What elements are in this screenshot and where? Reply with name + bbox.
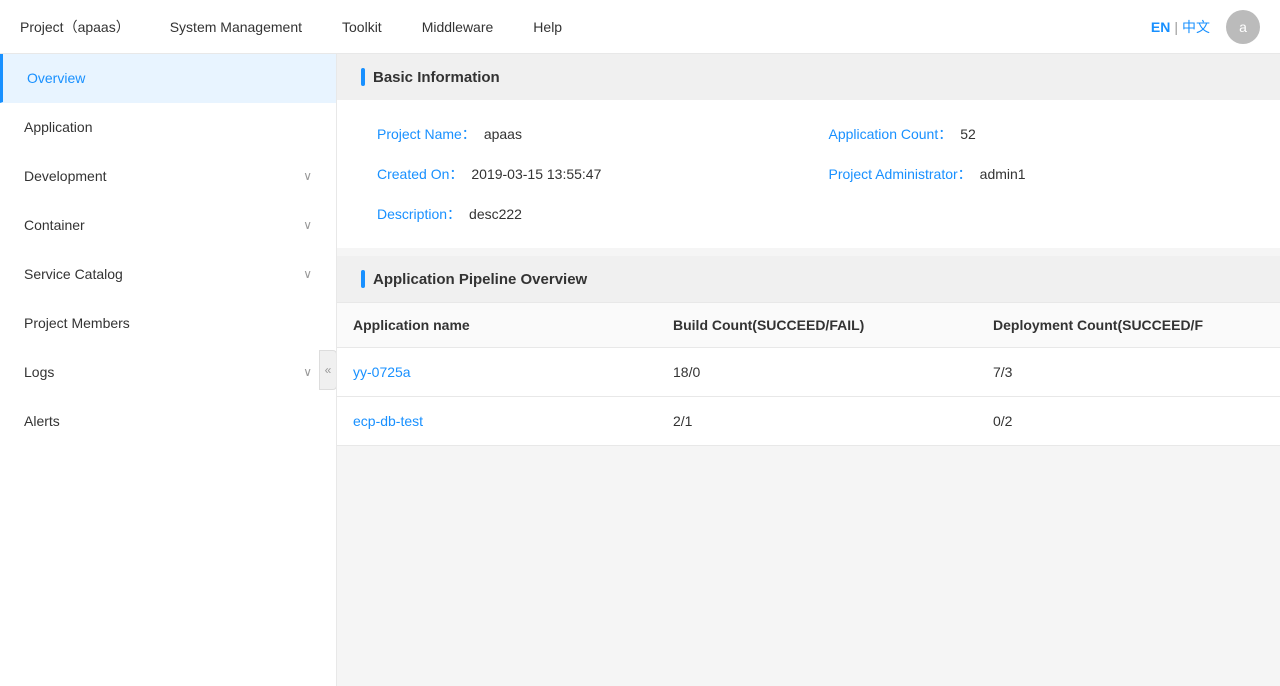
chevron-down-icon: ∨ bbox=[303, 218, 312, 232]
user-avatar[interactable]: a bbox=[1226, 10, 1260, 44]
project-name-value: apaas bbox=[484, 126, 522, 142]
col-header-app-name: Application name bbox=[337, 303, 657, 347]
project-admin-value: admin1 bbox=[980, 166, 1026, 182]
chevron-down-icon: ∨ bbox=[303, 169, 312, 183]
created-on-label: Created On： bbox=[377, 164, 463, 184]
sidebar-item-service-catalog-label: Service Catalog bbox=[24, 266, 123, 282]
section-bar-icon bbox=[361, 68, 365, 86]
col-header-build-count: Build Count(SUCCEED/FAIL) bbox=[657, 303, 977, 347]
sidebar-item-container-label: Container bbox=[24, 217, 85, 233]
sidebar-item-overview-label: Overview bbox=[27, 70, 85, 86]
nav-project[interactable]: Project（apaas） bbox=[20, 17, 130, 37]
sidebar-item-logs[interactable]: Logs ∨ bbox=[0, 348, 336, 397]
created-on-value: 2019-03-15 13:55:47 bbox=[471, 166, 601, 182]
nav-help[interactable]: Help bbox=[533, 19, 562, 35]
pipeline-section: Application Pipeline Overview Applicatio… bbox=[337, 256, 1280, 446]
main-layout: Overview Application Development ∨ Conta… bbox=[0, 54, 1280, 686]
basic-info-grid: Project Name： apaas Application Count： 5… bbox=[377, 124, 1240, 224]
basic-info-header: Basic Information bbox=[337, 54, 1280, 100]
table-row: yy-0725a 18/0 7/3 bbox=[337, 348, 1280, 397]
nav-middleware[interactable]: Middleware bbox=[422, 19, 494, 35]
lang-separator: | bbox=[1174, 19, 1178, 35]
description-value: desc222 bbox=[469, 206, 522, 222]
table-header-row: Application name Build Count(SUCCEED/FAI… bbox=[337, 302, 1280, 348]
description-label: Description： bbox=[377, 204, 461, 224]
main-content: Basic Information Project Name： apaas Ap… bbox=[337, 54, 1280, 686]
language-switcher[interactable]: EN | 中文 bbox=[1151, 17, 1210, 37]
project-admin-row: Project Administrator： admin1 bbox=[829, 164, 1241, 184]
pipeline-title: Application Pipeline Overview bbox=[373, 271, 587, 288]
created-on-row: Created On： 2019-03-15 13:55:47 bbox=[377, 164, 789, 184]
nav-toolkit[interactable]: Toolkit bbox=[342, 19, 382, 35]
sidebar-item-project-members-label: Project Members bbox=[24, 315, 130, 331]
sidebar-item-application-label: Application bbox=[24, 119, 93, 135]
sidebar-item-service-catalog[interactable]: Service Catalog ∨ bbox=[0, 250, 336, 299]
basic-info-title: Basic Information bbox=[373, 69, 500, 86]
project-name-label: Project Name： bbox=[377, 124, 476, 144]
sidebar-item-development-label: Development bbox=[24, 168, 107, 184]
sidebar-item-development[interactable]: Development ∨ bbox=[0, 152, 336, 201]
sidebar-item-alerts[interactable]: Alerts bbox=[0, 397, 336, 446]
app-name-link[interactable]: yy-0725a bbox=[337, 348, 657, 396]
basic-info-section: Project Name： apaas Application Count： 5… bbox=[337, 100, 1280, 248]
nav-menu: Project（apaas） System Management Toolkit… bbox=[20, 17, 1151, 37]
lang-en[interactable]: EN bbox=[1151, 19, 1170, 35]
sidebar-item-project-members[interactable]: Project Members bbox=[0, 299, 336, 348]
section-bar-icon bbox=[361, 270, 365, 288]
sidebar-collapse-button[interactable]: « bbox=[319, 350, 337, 390]
app-count-row: Application Count： 52 bbox=[829, 124, 1241, 144]
sidebar: Overview Application Development ∨ Conta… bbox=[0, 54, 337, 686]
chevron-down-icon: ∨ bbox=[303, 267, 312, 281]
app-count-value: 52 bbox=[960, 126, 976, 142]
table-row: ecp-db-test 2/1 0/2 bbox=[337, 397, 1280, 446]
pipeline-header: Application Pipeline Overview bbox=[337, 256, 1280, 302]
sidebar-item-logs-label: Logs bbox=[24, 364, 54, 380]
project-name-row: Project Name： apaas bbox=[377, 124, 789, 144]
app-name-link[interactable]: ecp-db-test bbox=[337, 397, 657, 445]
chevron-down-icon: ∨ bbox=[303, 365, 312, 379]
sidebar-item-alerts-label: Alerts bbox=[24, 413, 60, 429]
deploy-count-cell: 0/2 bbox=[977, 397, 1280, 445]
app-count-label: Application Count： bbox=[829, 124, 953, 144]
project-admin-label: Project Administrator： bbox=[829, 164, 972, 184]
col-header-deploy-count: Deployment Count(SUCCEED/F bbox=[977, 303, 1280, 347]
sidebar-item-application[interactable]: Application bbox=[0, 103, 336, 152]
sidebar-item-container[interactable]: Container ∨ bbox=[0, 201, 336, 250]
nav-system-management[interactable]: System Management bbox=[170, 19, 302, 35]
pipeline-table: Application name Build Count(SUCCEED/FAI… bbox=[337, 302, 1280, 446]
sidebar-item-overview[interactable]: Overview bbox=[0, 54, 336, 103]
lang-zh[interactable]: 中文 bbox=[1182, 17, 1210, 37]
build-count-cell: 2/1 bbox=[657, 397, 977, 445]
build-count-cell: 18/0 bbox=[657, 348, 977, 396]
description-row: Description： desc222 bbox=[377, 204, 789, 224]
deploy-count-cell: 7/3 bbox=[977, 348, 1280, 396]
top-navigation: Project（apaas） System Management Toolkit… bbox=[0, 0, 1280, 54]
